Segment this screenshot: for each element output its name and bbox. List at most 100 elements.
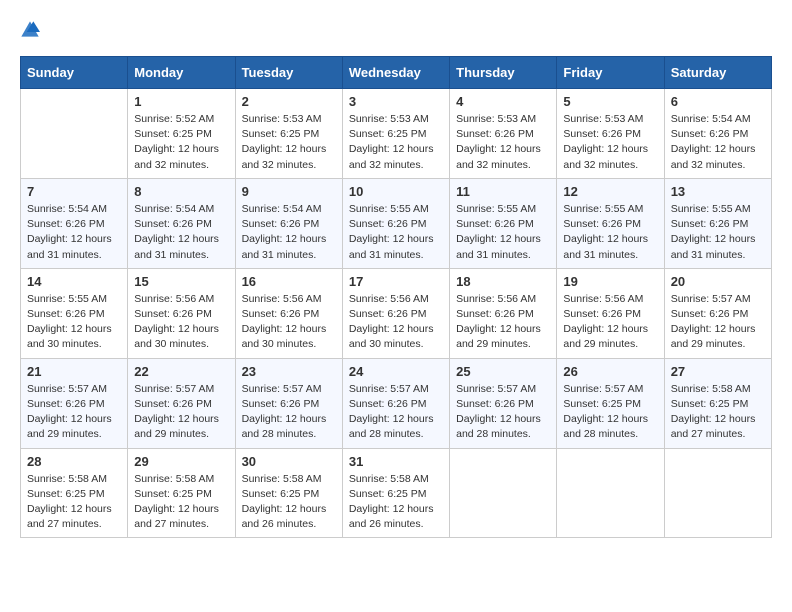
calendar-day-cell: 27 Sunrise: 5:58 AMSunset: 6:25 PMDayligh… (664, 358, 771, 448)
day-of-week-header: Saturday (664, 57, 771, 89)
day-number: 23 (242, 364, 336, 379)
day-info: Sunrise: 5:53 AMSunset: 6:25 PMDaylight:… (349, 112, 443, 173)
day-info: Sunrise: 5:54 AMSunset: 6:26 PMDaylight:… (242, 202, 336, 263)
calendar-table: SundayMondayTuesdayWednesdayThursdayFrid… (20, 56, 772, 538)
calendar-day-cell: 8 Sunrise: 5:54 AMSunset: 6:26 PMDaylight… (128, 178, 235, 268)
day-info: Sunrise: 5:54 AMSunset: 6:26 PMDaylight:… (134, 202, 228, 263)
day-number: 31 (349, 454, 443, 469)
calendar-day-cell: 14 Sunrise: 5:55 AMSunset: 6:26 PMDayligh… (21, 268, 128, 358)
calendar-day-cell: 18 Sunrise: 5:56 AMSunset: 6:26 PMDayligh… (450, 268, 557, 358)
day-number: 15 (134, 274, 228, 289)
day-number: 19 (563, 274, 657, 289)
calendar-day-cell: 12Sunrise: 5:55 AMSunset: 6:26 PMDayligh… (557, 178, 664, 268)
calendar-day-cell: 2 Sunrise: 5:53 AMSunset: 6:25 PMDaylight… (235, 89, 342, 179)
day-info: Sunrise: 5:53 AMSunset: 6:25 PMDaylight:… (242, 112, 336, 173)
day-info: Sunrise: 5:55 AMSunset: 6:26 PMDaylight:… (349, 202, 443, 263)
day-info: Sunrise: 5:57 AMSunset: 6:26 PMDaylight:… (134, 382, 228, 443)
day-info: Sunrise: 5:56 AMSunset: 6:26 PMDaylight:… (563, 292, 657, 353)
day-info: Sunrise: 5:54 AMSunset: 6:26 PMDaylight:… (671, 112, 765, 173)
day-info: Sunrise: 5:55 AMSunset: 6:26 PMDaylight:… (563, 202, 657, 263)
calendar-day-cell: 13Sunrise: 5:55 AMSunset: 6:26 PMDayligh… (664, 178, 771, 268)
calendar-week-row: 28 Sunrise: 5:58 AMSunset: 6:25 PMDayligh… (21, 448, 772, 538)
day-number: 1 (134, 94, 228, 109)
day-info: Sunrise: 5:55 AMSunset: 6:26 PMDaylight:… (456, 202, 550, 263)
day-info: Sunrise: 5:57 AMSunset: 6:25 PMDaylight:… (563, 382, 657, 443)
day-number: 24 (349, 364, 443, 379)
day-of-week-header: Tuesday (235, 57, 342, 89)
day-number: 10 (349, 184, 443, 199)
calendar-day-cell: 16 Sunrise: 5:56 AMSunset: 6:26 PMDayligh… (235, 268, 342, 358)
day-number: 9 (242, 184, 336, 199)
calendar-day-cell: 22 Sunrise: 5:57 AMSunset: 6:26 PMDayligh… (128, 358, 235, 448)
calendar-day-cell: 31 Sunrise: 5:58 AMSunset: 6:25 PMDayligh… (342, 448, 449, 538)
day-of-week-header: Sunday (21, 57, 128, 89)
calendar-day-cell: 28 Sunrise: 5:58 AMSunset: 6:25 PMDayligh… (21, 448, 128, 538)
calendar-week-row: 14 Sunrise: 5:55 AMSunset: 6:26 PMDayligh… (21, 268, 772, 358)
calendar-day-cell: 10 Sunrise: 5:55 AMSunset: 6:26 PMDayligh… (342, 178, 449, 268)
day-info: Sunrise: 5:53 AMSunset: 6:26 PMDaylight:… (456, 112, 550, 173)
day-info: Sunrise: 5:58 AMSunset: 6:25 PMDaylight:… (671, 382, 765, 443)
calendar-day-cell: 17 Sunrise: 5:56 AMSunset: 6:26 PMDayligh… (342, 268, 449, 358)
day-number: 3 (349, 94, 443, 109)
day-info: Sunrise: 5:57 AMSunset: 6:26 PMDaylight:… (456, 382, 550, 443)
day-number: 28 (27, 454, 121, 469)
day-number: 27 (671, 364, 765, 379)
day-info: Sunrise: 5:54 AMSunset: 6:26 PMDaylight:… (27, 202, 121, 263)
day-info: Sunrise: 5:58 AMSunset: 6:25 PMDaylight:… (27, 472, 121, 533)
day-number: 6 (671, 94, 765, 109)
day-number: 16 (242, 274, 336, 289)
calendar-day-cell: 19 Sunrise: 5:56 AMSunset: 6:26 PMDayligh… (557, 268, 664, 358)
logo-icon (20, 20, 40, 40)
calendar-day-cell (450, 448, 557, 538)
day-of-week-header: Monday (128, 57, 235, 89)
day-number: 22 (134, 364, 228, 379)
calendar-day-cell (557, 448, 664, 538)
calendar-day-cell: 5 Sunrise: 5:53 AMSunset: 6:26 PMDaylight… (557, 89, 664, 179)
day-info: Sunrise: 5:56 AMSunset: 6:26 PMDaylight:… (242, 292, 336, 353)
day-info: Sunrise: 5:56 AMSunset: 6:26 PMDaylight:… (456, 292, 550, 353)
calendar-day-cell: 4Sunrise: 5:53 AMSunset: 6:26 PMDaylight… (450, 89, 557, 179)
calendar-day-cell: 25 Sunrise: 5:57 AMSunset: 6:26 PMDayligh… (450, 358, 557, 448)
calendar-day-cell: 20 Sunrise: 5:57 AMSunset: 6:26 PMDayligh… (664, 268, 771, 358)
day-info: Sunrise: 5:52 AMSunset: 6:25 PMDaylight:… (134, 112, 228, 173)
calendar-week-row: 7 Sunrise: 5:54 AMSunset: 6:26 PMDaylight… (21, 178, 772, 268)
day-number: 7 (27, 184, 121, 199)
calendar-day-cell: 24 Sunrise: 5:57 AMSunset: 6:26 PMDayligh… (342, 358, 449, 448)
day-number: 18 (456, 274, 550, 289)
calendar-day-cell: 11Sunrise: 5:55 AMSunset: 6:26 PMDayligh… (450, 178, 557, 268)
calendar-day-cell: 15 Sunrise: 5:56 AMSunset: 6:26 PMDayligh… (128, 268, 235, 358)
day-of-week-header: Friday (557, 57, 664, 89)
day-info: Sunrise: 5:57 AMSunset: 6:26 PMDaylight:… (27, 382, 121, 443)
day-number: 5 (563, 94, 657, 109)
calendar-day-cell: 21Sunrise: 5:57 AMSunset: 6:26 PMDayligh… (21, 358, 128, 448)
day-number: 17 (349, 274, 443, 289)
day-number: 20 (671, 274, 765, 289)
day-info: Sunrise: 5:56 AMSunset: 6:26 PMDaylight:… (349, 292, 443, 353)
calendar-header-row: SundayMondayTuesdayWednesdayThursdayFrid… (21, 57, 772, 89)
calendar-day-cell: 1 Sunrise: 5:52 AMSunset: 6:25 PMDaylight… (128, 89, 235, 179)
day-info: Sunrise: 5:57 AMSunset: 6:26 PMDaylight:… (671, 292, 765, 353)
day-info: Sunrise: 5:55 AMSunset: 6:26 PMDaylight:… (27, 292, 121, 353)
day-number: 26 (563, 364, 657, 379)
day-info: Sunrise: 5:57 AMSunset: 6:26 PMDaylight:… (242, 382, 336, 443)
calendar-day-cell: 29 Sunrise: 5:58 AMSunset: 6:25 PMDayligh… (128, 448, 235, 538)
day-number: 2 (242, 94, 336, 109)
calendar-day-cell: 7 Sunrise: 5:54 AMSunset: 6:26 PMDaylight… (21, 178, 128, 268)
calendar-week-row: 21Sunrise: 5:57 AMSunset: 6:26 PMDayligh… (21, 358, 772, 448)
calendar-day-cell: 3 Sunrise: 5:53 AMSunset: 6:25 PMDaylight… (342, 89, 449, 179)
day-info: Sunrise: 5:58 AMSunset: 6:25 PMDaylight:… (349, 472, 443, 533)
calendar-day-cell: 6 Sunrise: 5:54 AMSunset: 6:26 PMDaylight… (664, 89, 771, 179)
day-number: 25 (456, 364, 550, 379)
day-number: 29 (134, 454, 228, 469)
day-number: 14 (27, 274, 121, 289)
day-info: Sunrise: 5:53 AMSunset: 6:26 PMDaylight:… (563, 112, 657, 173)
day-number: 13 (671, 184, 765, 199)
calendar-day-cell: 23 Sunrise: 5:57 AMSunset: 6:26 PMDayligh… (235, 358, 342, 448)
calendar-day-cell (21, 89, 128, 179)
day-number: 8 (134, 184, 228, 199)
day-info: Sunrise: 5:58 AMSunset: 6:25 PMDaylight:… (134, 472, 228, 533)
logo (20, 20, 48, 40)
day-info: Sunrise: 5:56 AMSunset: 6:26 PMDaylight:… (134, 292, 228, 353)
day-of-week-header: Thursday (450, 57, 557, 89)
day-info: Sunrise: 5:57 AMSunset: 6:26 PMDaylight:… (349, 382, 443, 443)
